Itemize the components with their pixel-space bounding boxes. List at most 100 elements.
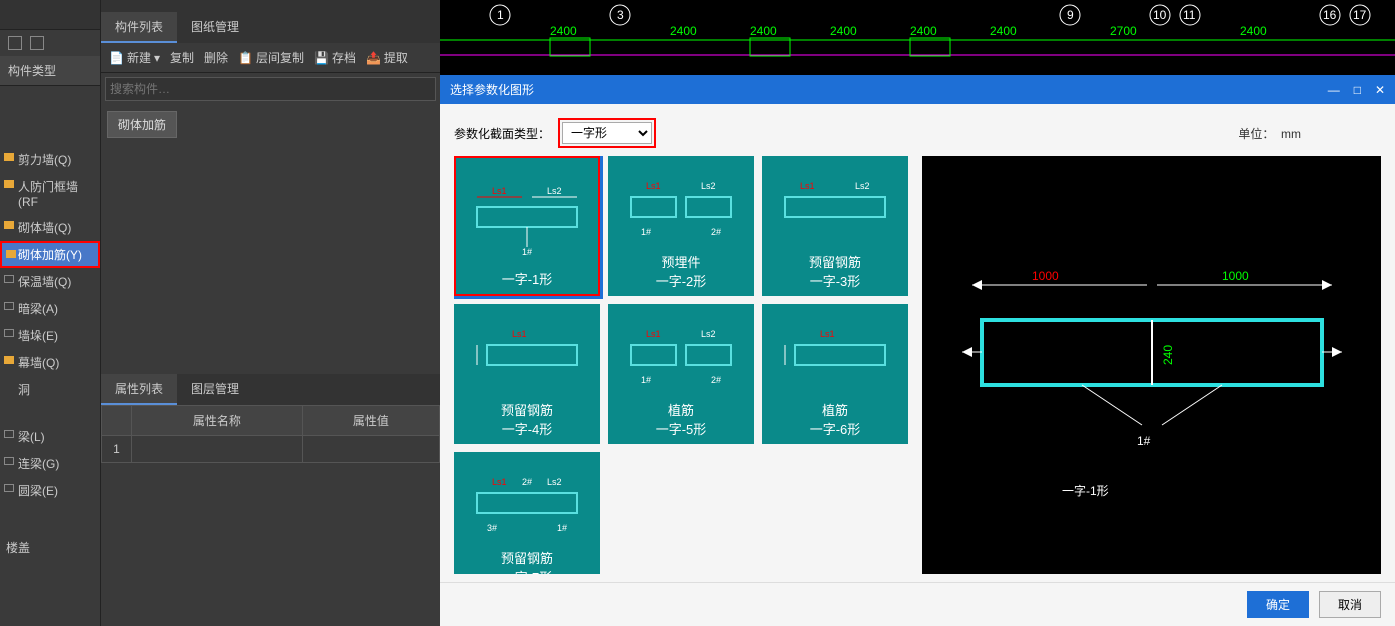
svg-text:Ls1: Ls1	[820, 329, 835, 339]
svg-text:11: 11	[1183, 8, 1196, 22]
shape-card-7[interactable]: Ls12#Ls23#1# 预留钢筋 一字-7形	[454, 452, 600, 574]
extract-button[interactable]: 📤 提取	[366, 49, 408, 66]
left-sidebar: 构件类型 剪力墙(Q) 人防门框墙(RF 砌体墙(Q) 砌体加筋(Y) 保温墙(…	[0, 0, 100, 626]
dialog-title: 选择参数化图形	[450, 81, 534, 98]
shape-card-5[interactable]: Ls1Ls21#2# 植筋 一字-5形	[608, 304, 754, 444]
svg-text:2400: 2400	[830, 24, 857, 38]
box-icon	[4, 484, 14, 492]
ok-button[interactable]: 确定	[1247, 591, 1309, 618]
shape-card-2[interactable]: Ls1Ls21#2# 预埋件 一字-2形	[608, 156, 754, 296]
table-row[interactable]: 1	[102, 436, 440, 463]
col-prop-value: 属性值	[302, 406, 439, 436]
layer-copy-button[interactable]: 📋 层间复制	[238, 49, 304, 66]
tab-component-list[interactable]: 构件列表	[101, 12, 177, 43]
svg-text:1: 1	[497, 8, 504, 22]
tab-layer-mgmt[interactable]: 图层管理	[177, 374, 253, 405]
svg-text:2700: 2700	[1110, 24, 1137, 38]
tab-properties[interactable]: 属性列表	[101, 374, 177, 405]
shape-card-3[interactable]: Ls1Ls2 预留钢筋 一字-3形	[762, 156, 908, 296]
folder-icon	[6, 250, 16, 258]
sidebar-item-ringbeam[interactable]: 圆梁(E)	[0, 477, 100, 504]
folder-icon	[4, 356, 14, 364]
tab-drawing-mgmt[interactable]: 图纸管理	[177, 12, 253, 43]
param-type-label: 参数化截面类型：	[454, 125, 550, 142]
svg-text:2400: 2400	[670, 24, 697, 38]
svg-text:1#: 1#	[641, 375, 651, 385]
svg-text:17: 17	[1353, 8, 1367, 22]
svg-text:9: 9	[1067, 8, 1074, 22]
svg-text:10: 10	[1153, 8, 1167, 22]
svg-text:1#: 1#	[557, 523, 567, 533]
preview-tag: 1#	[1137, 434, 1151, 448]
box-icon	[4, 302, 14, 310]
folder-icon	[4, 153, 14, 161]
shape-preview: 1000 1000 240 1# 一字-1形	[922, 156, 1381, 574]
mid-panel: 构件列表 图纸管理 📄 新建 ▾ 复制 删除 📋 层间复制 💾 存档 📤 提取 …	[100, 0, 440, 626]
box-icon	[4, 275, 14, 283]
minimize-icon[interactable]: —	[1328, 83, 1340, 97]
sidebar-group-floor[interactable]: 楼盖	[0, 534, 100, 561]
svg-text:Ls2: Ls2	[547, 186, 562, 196]
copy-button[interactable]: 复制	[170, 49, 194, 66]
preview-dim2: 1000	[1222, 269, 1249, 283]
svg-text:Ls2: Ls2	[547, 477, 562, 487]
parametric-shape-dialog: 选择参数化图形 — □ ✕ 参数化截面类型： 一字形 单位： mm Ls1Ls2…	[440, 75, 1395, 626]
folder-icon	[4, 180, 14, 188]
mid-toolbar: 📄 新建 ▾ 复制 删除 📋 层间复制 💾 存档 📤 提取	[101, 43, 440, 73]
svg-text:3: 3	[617, 8, 624, 22]
svg-text:Ls1: Ls1	[492, 186, 507, 196]
sidebar-item-linkbeam[interactable]: 连梁(G)	[0, 450, 100, 477]
svg-text:2#: 2#	[522, 477, 532, 487]
sidebar-item-shearwall[interactable]: 剪力墙(Q)	[0, 146, 100, 173]
svg-text:2#: 2#	[711, 227, 721, 237]
sidebar-item-beam[interactable]: 梁(L)	[0, 423, 100, 450]
dialog-titlebar: 选择参数化图形 — □ ✕	[440, 75, 1395, 104]
svg-text:16: 16	[1323, 8, 1337, 22]
mid-tabs: 构件列表 图纸管理	[101, 12, 440, 43]
sidebar-item-insulwall[interactable]: 保温墙(Q)	[0, 268, 100, 295]
svg-text:2400: 2400	[990, 24, 1017, 38]
cancel-button[interactable]: 取消	[1319, 591, 1381, 618]
search-input[interactable]	[105, 77, 436, 101]
parameter-row: 参数化截面类型： 一字形 单位： mm	[440, 104, 1395, 156]
sidebar-group-title: 构件类型	[0, 56, 100, 86]
drawing-canvas[interactable]: 1 2400 3 2400 2400 2400 2400 2400 9 2700…	[440, 0, 1395, 75]
sidebar-item-opening[interactable]: 洞	[0, 376, 100, 403]
sidebar-item-hiddenbeam[interactable]: 暗梁(A)	[0, 295, 100, 322]
shape-card-1[interactable]: Ls1Ls21# 一字-1形	[454, 156, 600, 296]
svg-text:1#: 1#	[641, 227, 651, 237]
list-view-icon[interactable]	[8, 36, 22, 50]
component-chip[interactable]: 砌体加筋	[107, 111, 177, 138]
new-button[interactable]: 📄 新建 ▾	[109, 49, 160, 66]
sidebar-item-masonry-reinf[interactable]: 砌体加筋(Y)	[0, 241, 100, 268]
property-tabs: 属性列表 图层管理	[101, 374, 440, 405]
sidebar-item-masonrywall[interactable]: 砌体墙(Q)	[0, 214, 100, 241]
section-type-select[interactable]: 一字形	[562, 122, 652, 144]
box-icon	[4, 430, 14, 438]
preview-title: 一字-1形	[1062, 483, 1109, 498]
maximize-icon[interactable]: □	[1354, 83, 1361, 97]
svg-text:Ls2: Ls2	[701, 329, 716, 339]
tree-view-icon[interactable]	[30, 36, 44, 50]
svg-text:2400: 2400	[910, 24, 937, 38]
dialog-footer: 确定 取消	[440, 582, 1395, 626]
view-toggle[interactable]	[0, 30, 100, 56]
svg-text:3#: 3#	[487, 523, 497, 533]
close-icon[interactable]: ✕	[1375, 83, 1385, 97]
svg-text:Ls1: Ls1	[512, 329, 527, 339]
svg-text:Ls1: Ls1	[646, 181, 661, 191]
shape-card-4[interactable]: Ls1 预留钢筋 一字-4形	[454, 304, 600, 444]
delete-button[interactable]: 删除	[204, 49, 228, 66]
shape-card-6[interactable]: Ls1 植筋 一字-6形	[762, 304, 908, 444]
box-icon	[4, 457, 14, 465]
archive-button[interactable]: 💾 存档	[314, 49, 356, 66]
folder-icon	[4, 221, 14, 229]
svg-text:2#: 2#	[711, 375, 721, 385]
svg-text:Ls1: Ls1	[800, 181, 815, 191]
sidebar-item-curtainwall[interactable]: 幕墙(Q)	[0, 349, 100, 376]
sidebar-item-rfwall[interactable]: 人防门框墙(RF	[0, 173, 100, 214]
sidebar-item-pier[interactable]: 墙垛(E)	[0, 322, 100, 349]
box-icon	[4, 329, 14, 337]
component-list: 砌体加筋	[101, 105, 440, 144]
svg-text:Ls1: Ls1	[492, 477, 507, 487]
